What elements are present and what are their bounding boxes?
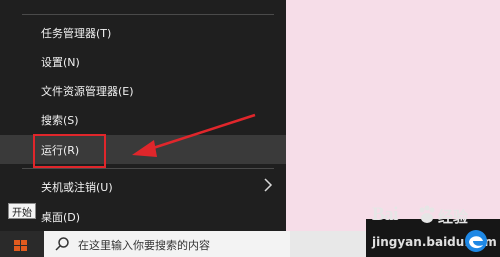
menu-item-file-explorer[interactable]: 文件资源管理器(E) <box>0 76 286 105</box>
baidu-paw-icon <box>419 205 435 223</box>
search-placeholder: 在这里输入你要搜索的内容 <box>78 239 210 251</box>
menu-item-desktop[interactable]: 桌面(D) <box>0 202 286 231</box>
baidu-logo-text: Bai <box>372 204 398 225</box>
menu-item-label: 任务管理器(T) <box>41 26 112 40</box>
edge-icon[interactable] <box>464 229 488 253</box>
search-icon <box>55 237 69 251</box>
chevron-right-icon <box>264 178 273 192</box>
menu-item-label: 文件资源管理器(E) <box>41 84 134 98</box>
baidu-jingyan-text: 经验 <box>438 208 469 226</box>
menu-item-label: 桌面(D) <box>41 210 81 224</box>
annotation-highlight-box <box>33 134 106 168</box>
menu-item-label: 设置(N) <box>41 55 80 69</box>
menu-item-label: 关机或注销(U) <box>41 180 113 194</box>
menu-item-task-manager[interactable]: 任务管理器(T) <box>0 18 286 47</box>
menu-item-label: 搜索(S) <box>41 113 79 127</box>
menu-item-shutdown[interactable]: 关机或注销(U) <box>0 172 286 201</box>
menu-separator <box>22 168 274 169</box>
cut-off-top-item: ⋯⋯⋯ <box>150 0 210 1</box>
menu-item-settings[interactable]: 设置(N) <box>0 47 286 76</box>
menu-item-search[interactable]: 搜索(S) <box>0 105 286 134</box>
start-tooltip: 开始 <box>8 203 36 219</box>
winx-context-menu: ⋯⋯⋯ 任务管理器(T) 设置(N) 文件资源管理器(E) 搜索(S) 运行(R… <box>0 0 286 231</box>
menu-separator <box>22 14 274 15</box>
windows-logo-icon <box>14 240 27 251</box>
